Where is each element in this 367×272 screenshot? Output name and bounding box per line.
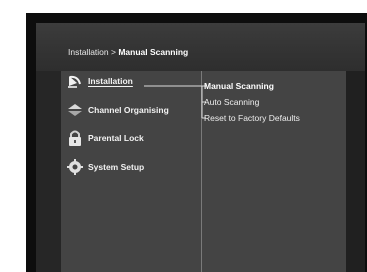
menu-item-installation[interactable]: Installation bbox=[66, 72, 133, 90]
gear-icon bbox=[66, 159, 84, 175]
tv-frame: Installation > Manual Scanning Installat… bbox=[26, 13, 367, 272]
padlock-icon bbox=[66, 130, 84, 146]
breadcrumb-current: Manual Scanning bbox=[118, 47, 189, 57]
menu-item-channel-organising[interactable]: Channel Organising bbox=[66, 101, 169, 119]
menu-header: Installation > Manual Scanning bbox=[36, 23, 365, 71]
menu-item-system-setup[interactable]: System Setup bbox=[66, 158, 144, 176]
menu-item-label: Installation bbox=[88, 76, 133, 86]
right-margin bbox=[346, 71, 365, 272]
menu-item-label: Parental Lock bbox=[88, 133, 144, 143]
breadcrumb-path: Installation > bbox=[68, 47, 119, 57]
menu-item-parental-lock[interactable]: Parental Lock bbox=[66, 129, 144, 147]
sort-arrows-icon bbox=[66, 102, 84, 118]
left-margin bbox=[36, 71, 61, 272]
menu-item-label: Channel Organising bbox=[88, 105, 169, 115]
submenu-item-auto-scanning[interactable]: Auto Scanning bbox=[204, 97, 259, 107]
satellite-dish-icon bbox=[66, 73, 84, 89]
menu-screen: Installation > Manual Scanning Installat… bbox=[36, 23, 365, 272]
column-divider bbox=[201, 71, 202, 272]
submenu-item-manual-scanning[interactable]: Manual Scanning bbox=[204, 81, 274, 91]
breadcrumb: Installation > Manual Scanning bbox=[68, 47, 188, 57]
submenu-item-reset-factory-defaults[interactable]: Reset to Factory Defaults bbox=[204, 113, 300, 123]
menu-item-label: System Setup bbox=[88, 162, 145, 172]
